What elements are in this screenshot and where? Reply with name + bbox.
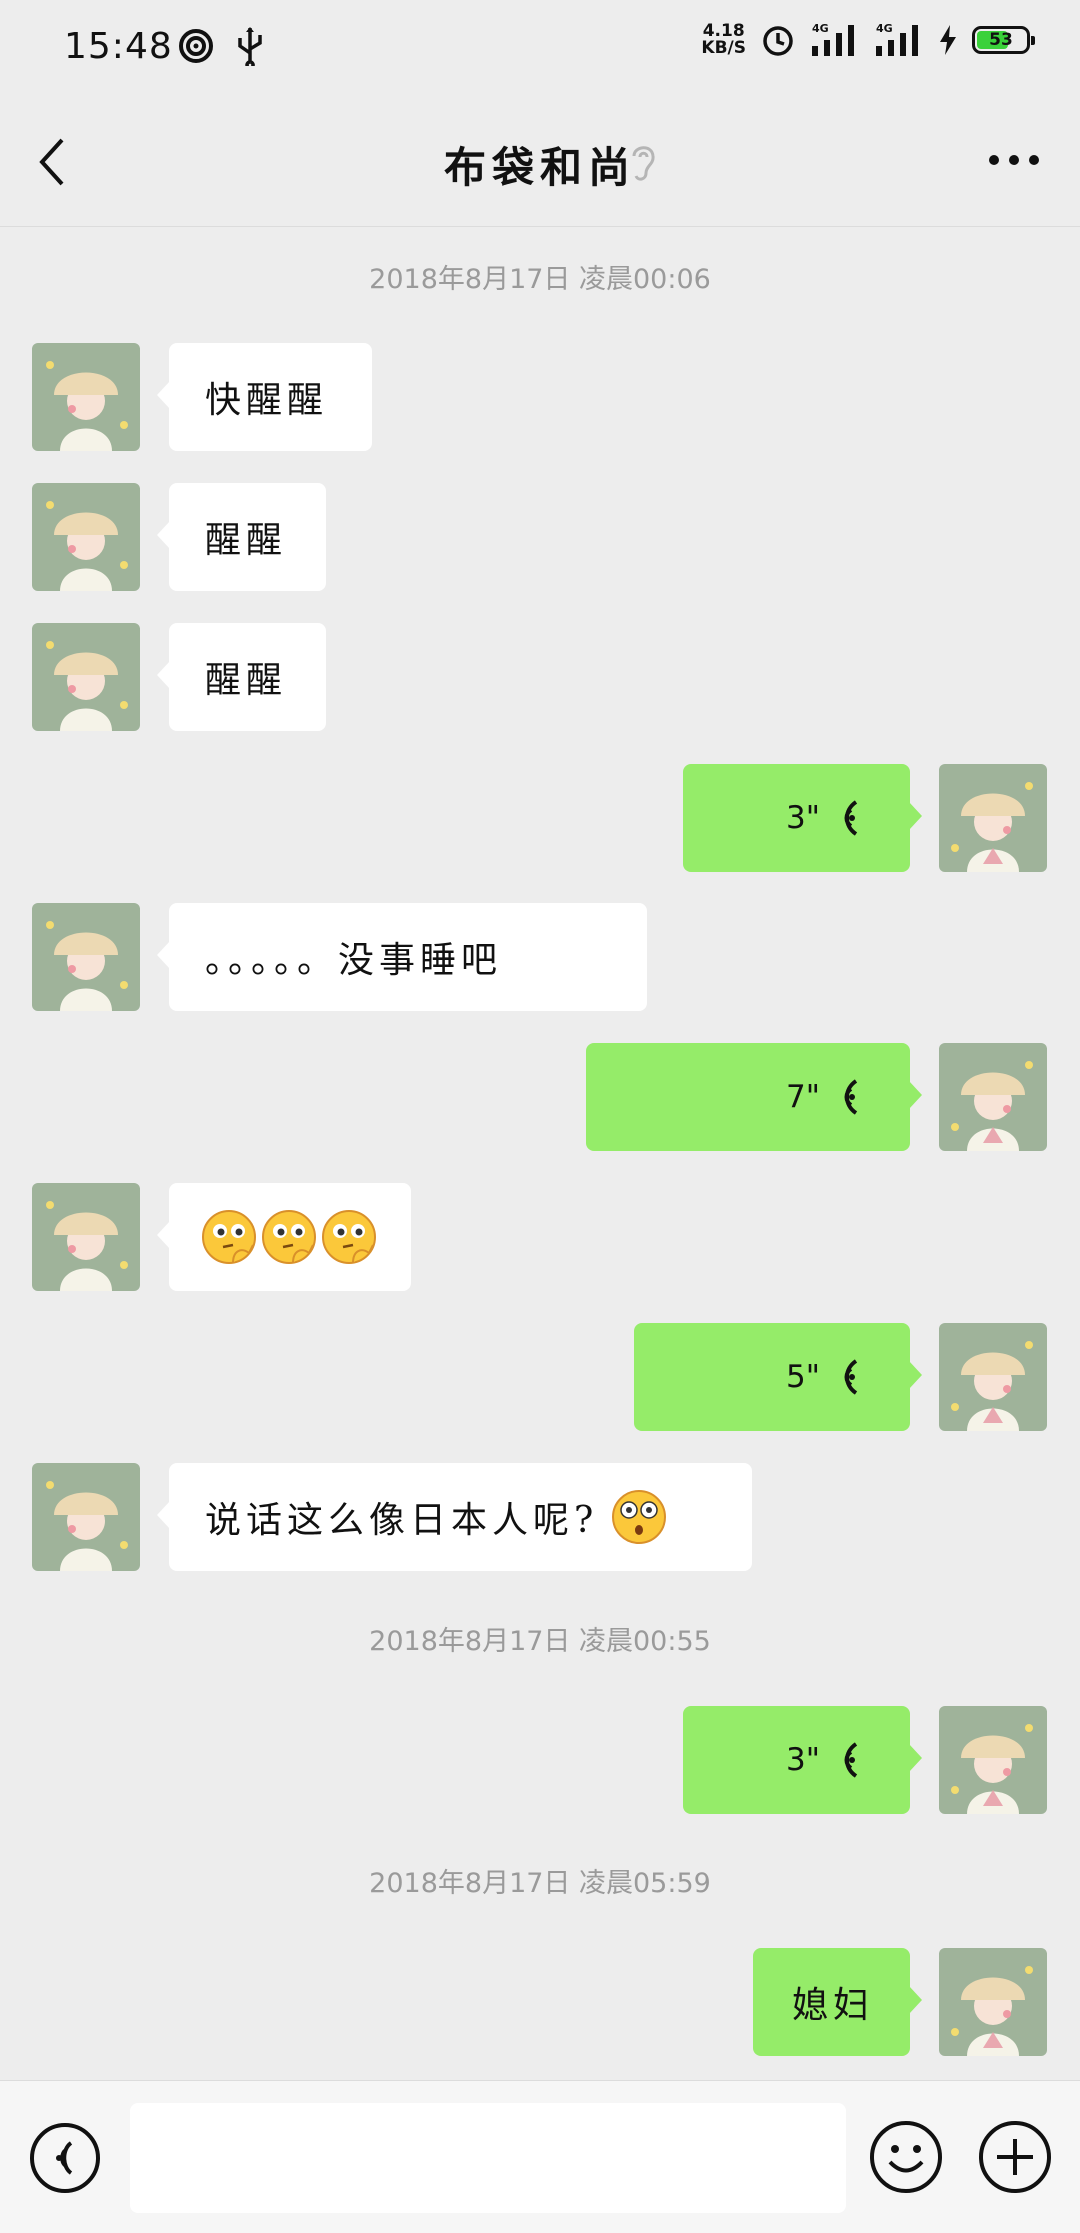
voice-wave-icon	[844, 1359, 858, 1395]
message-text: 媳妇	[791, 1985, 874, 2026]
status-right-icons: 4.18 KB/S 4G 4G 53	[701, 21, 1035, 58]
avatar[interactable]	[32, 483, 140, 591]
message-text: 说话这么像日本人呢?	[205, 1500, 599, 1541]
status-time: 15:48	[64, 26, 173, 67]
timestamp: 2018年8月17日 凌晨00:55	[369, 1626, 711, 1657]
voice-toggle-icon[interactable]	[28, 2121, 102, 2195]
message-text: 醒醒	[205, 660, 288, 701]
voice-duration: 3"	[786, 1742, 820, 1778]
net-speed: 4.18 KB/S	[701, 21, 746, 58]
avatar-image	[32, 623, 140, 731]
avatar-image	[32, 1183, 140, 1291]
voice-duration: 5"	[786, 1359, 820, 1395]
signal-4g-icon: 4G	[812, 22, 854, 56]
voice-wave-icon	[844, 1742, 858, 1778]
message-bubble-incoming[interactable]: 说话这么像日本人呢?	[157, 1463, 752, 1571]
chat-header: 布袋和尚	[0, 98, 1080, 227]
voice-message-outgoing[interactable]: 3"	[683, 1706, 922, 1814]
plus-icon[interactable]	[977, 2119, 1053, 2195]
message-bubble-incoming[interactable]	[157, 1183, 411, 1291]
avatar-image	[939, 1043, 1047, 1151]
avatar-image	[939, 764, 1047, 872]
avatar[interactable]	[32, 623, 140, 731]
avatar[interactable]	[32, 1183, 140, 1291]
more-icon[interactable]	[988, 154, 1040, 166]
avatar-image	[32, 903, 140, 1011]
avatar-image	[32, 1463, 140, 1571]
svg-text:4G: 4G	[876, 22, 893, 35]
input-bar	[0, 2080, 1080, 2233]
chat-title: 布袋和尚	[443, 143, 636, 192]
thinking-face-icon	[202, 1210, 256, 1264]
message-bubble-incoming[interactable]: 醒醒	[157, 483, 326, 591]
emoji-icon[interactable]	[868, 2119, 944, 2195]
message-input[interactable]	[130, 2103, 846, 2213]
avatar[interactable]	[939, 1706, 1047, 1814]
avatar[interactable]	[939, 1323, 1047, 1431]
voice-duration: 3"	[786, 800, 820, 836]
avatar-image	[939, 1948, 1047, 2056]
status-bar: 15:48 4.18 KB/S 4G 4G 53	[0, 0, 1080, 98]
message-bubble-incoming[interactable]: 快醒醒	[157, 343, 372, 451]
message-bubble-incoming[interactable]: 醒醒	[157, 623, 326, 731]
timestamp: 2018年8月17日 凌晨00:06	[369, 264, 711, 295]
thinking-face-icon	[322, 1210, 376, 1264]
battery-icon: 53	[972, 26, 1035, 54]
signal-4g-icon: 4G	[876, 22, 918, 56]
battery-level: 53	[989, 30, 1013, 50]
message-text: 醒醒	[205, 520, 288, 561]
voice-duration: 7"	[786, 1079, 820, 1115]
thinking-face-icon	[262, 1210, 316, 1264]
message-list[interactable]: 2018年8月17日 凌晨00:06 快醒醒 醒醒 醒醒 3" 。。。。。没事睡…	[0, 227, 1080, 2079]
voice-wave-icon	[844, 800, 858, 836]
avatar[interactable]	[32, 343, 140, 451]
avatar-image	[32, 483, 140, 591]
alarm-icon	[763, 26, 793, 56]
avatar-image	[939, 1323, 1047, 1431]
voice-message-outgoing[interactable]: 7"	[586, 1043, 922, 1151]
avatar-image	[939, 1706, 1047, 1814]
ear-icon	[632, 146, 655, 181]
voice-message-outgoing[interactable]: 3"	[683, 764, 922, 872]
voice-wave-icon	[844, 1079, 858, 1115]
usb-icon	[238, 27, 262, 70]
avatar[interactable]	[939, 1043, 1047, 1151]
charging-icon	[940, 25, 956, 55]
avatar[interactable]	[32, 1463, 140, 1571]
avatar-image	[32, 343, 140, 451]
message-text: 快醒醒	[205, 380, 329, 421]
timestamp: 2018年8月17日 凌晨05:59	[369, 1868, 711, 1899]
hotspot-icon	[179, 29, 213, 63]
flushed-face-icon	[612, 1490, 667, 1544]
avatar[interactable]	[939, 764, 1047, 872]
voice-message-outgoing[interactable]: 5"	[634, 1323, 922, 1431]
message-bubble-incoming[interactable]: 。。。。。没事睡吧	[157, 903, 647, 1011]
avatar[interactable]	[939, 1948, 1047, 2056]
svg-text:4G: 4G	[812, 22, 829, 35]
status-left-icons	[176, 26, 265, 70]
message-text: 。。。。。没事睡吧	[205, 940, 503, 981]
message-bubble-outgoing[interactable]: 媳妇	[753, 1948, 922, 2056]
avatar[interactable]	[32, 903, 140, 1011]
